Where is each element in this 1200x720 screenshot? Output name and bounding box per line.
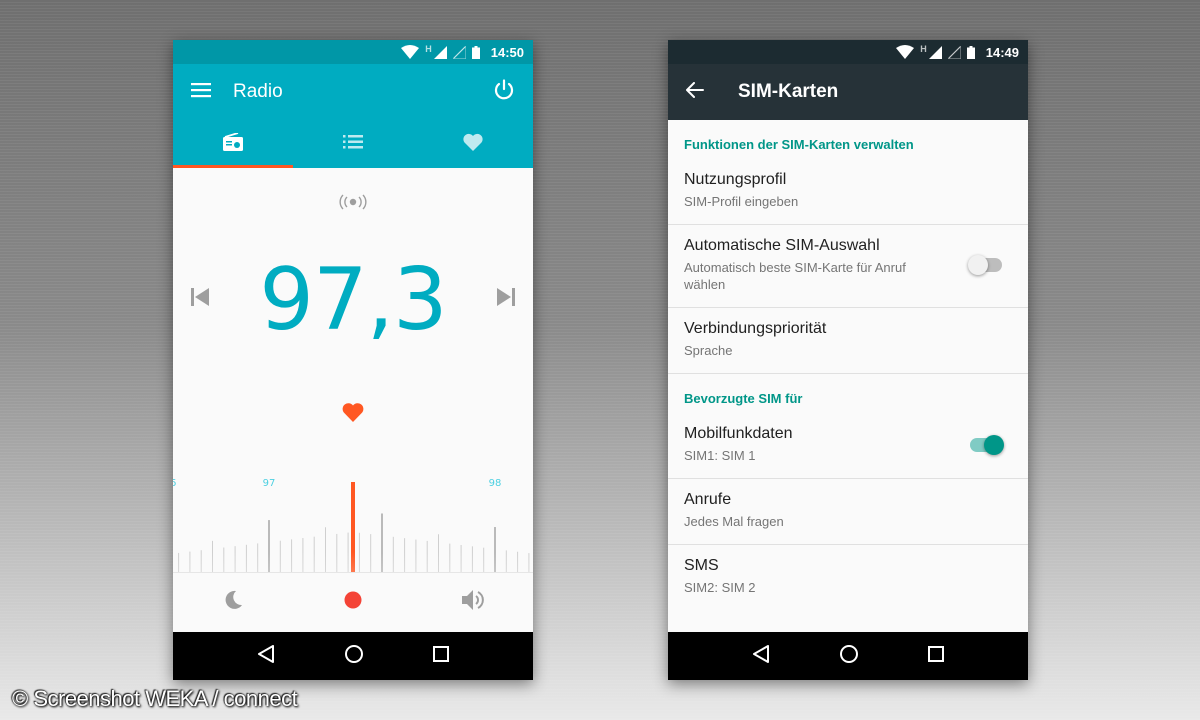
broadcast-icon [333, 194, 373, 215]
back-arrow-icon[interactable] [686, 81, 704, 103]
auto-sim-toggle[interactable] [968, 255, 1004, 275]
system-nav-bar [668, 632, 1028, 680]
pref-usage-profile[interactable]: Nutzungsprofil SIM-Profil eingeben [668, 159, 1028, 225]
recents-nav-icon[interactable] [927, 645, 944, 667]
dial-label-98: 98 [489, 478, 502, 489]
status-time: 14:50 [490, 44, 524, 60]
section-header: Bevorzugte SIM für [684, 391, 803, 406]
section-header: Funktionen der SIM-Karten verwalten [684, 137, 914, 152]
radio-app-screen: H 14:50 Radio 97,3 6 97 98 [173, 40, 533, 680]
pref-title: Mobilfunkdaten [684, 425, 793, 442]
tab-bar [173, 120, 533, 168]
menu-icon[interactable] [191, 82, 211, 103]
recents-nav-icon[interactable] [432, 645, 449, 667]
status-bar: H 14:50 [173, 40, 533, 64]
pref-summary: Automatisch beste SIM-Karte für Anruf wä… [684, 260, 906, 292]
tuner-panel: 97,3 6 97 98 [173, 168, 533, 572]
pref-summary: Sprache [684, 343, 733, 358]
pref-summary: SIM-Profil eingeben [684, 194, 799, 209]
tab-stations-list[interactable] [293, 120, 413, 168]
volume-icon [461, 589, 485, 616]
radio-icon [222, 131, 244, 156]
power-icon[interactable] [493, 78, 515, 106]
pref-connection-priority[interactable]: Verbindungspriorität Sprache [668, 308, 1028, 374]
sleep-timer-button[interactable] [173, 573, 293, 632]
pref-auto-sim-selection[interactable]: Automatische SIM-Auswahl Automatisch bes… [668, 225, 1028, 308]
pref-title: Nutzungsprofil [684, 171, 787, 188]
pref-title: SMS [684, 557, 719, 574]
signal-icon [928, 45, 942, 59]
wifi-icon [401, 45, 420, 59]
signal-icon [433, 45, 447, 59]
network-type-label: H [920, 44, 927, 54]
mobile-data-toggle[interactable] [968, 434, 1004, 455]
pref-summary: Jedes Mal fragen [684, 514, 784, 529]
frequency-dial[interactable]: 6 97 98 [173, 472, 533, 572]
network-type-label: H [425, 44, 432, 54]
back-nav-icon[interactable] [752, 644, 770, 668]
pref-title: Automatische SIM-Auswahl [684, 237, 880, 254]
back-nav-icon[interactable] [257, 644, 275, 668]
pref-summary: SIM2: SIM 2 [684, 580, 756, 595]
volume-button[interactable] [413, 573, 533, 632]
pref-summary: SIM1: SIM 1 [684, 448, 756, 463]
heart-icon [463, 133, 483, 156]
wifi-icon [896, 45, 915, 59]
pref-mobile-data[interactable]: Mobilfunkdaten SIM1: SIM 1 [668, 413, 1028, 479]
settings-list: Funktionen der SIM-Karten verwalten Nutz… [668, 120, 1028, 632]
pref-calls[interactable]: Anrufe Jedes Mal fragen [668, 479, 1028, 545]
battery-icon [471, 45, 480, 59]
sim-settings-screen: H 14:49 SIM-Karten Funktionen der SIM-Ka… [668, 40, 1028, 680]
record-button[interactable] [293, 573, 413, 632]
favorite-heart-button[interactable] [342, 402, 364, 427]
signal-2-icon [947, 45, 961, 59]
copyright-watermark: © Screenshot WEKA / connect [12, 686, 298, 711]
app-title: Radio [233, 81, 283, 102]
tab-favorites[interactable] [413, 120, 533, 168]
app-bar: SIM-Karten [668, 64, 1028, 120]
battery-icon [966, 45, 975, 59]
home-nav-icon[interactable] [839, 644, 859, 669]
radio-controls-bar [173, 572, 533, 632]
moon-icon [222, 589, 244, 616]
page-title: SIM-Karten [738, 81, 839, 102]
system-nav-bar [173, 632, 533, 680]
app-bar: Radio [173, 64, 533, 120]
next-station-button[interactable] [495, 286, 517, 313]
status-time: 14:49 [985, 44, 1019, 60]
home-nav-icon[interactable] [344, 644, 364, 669]
status-bar: H 14:49 [668, 40, 1028, 64]
frequency-display: 97,3 [259, 250, 447, 350]
pref-title: Anrufe [684, 491, 732, 508]
svg-text:6: 6 [173, 478, 176, 489]
pref-title: Verbindungspriorität [684, 320, 827, 337]
pref-sms[interactable]: SMS SIM2: SIM 2 [668, 545, 1028, 610]
tab-radio[interactable] [173, 120, 293, 168]
dial-label-97: 97 [263, 478, 276, 489]
record-icon [344, 591, 362, 614]
signal-2-icon [452, 45, 466, 59]
list-icon [343, 134, 363, 154]
